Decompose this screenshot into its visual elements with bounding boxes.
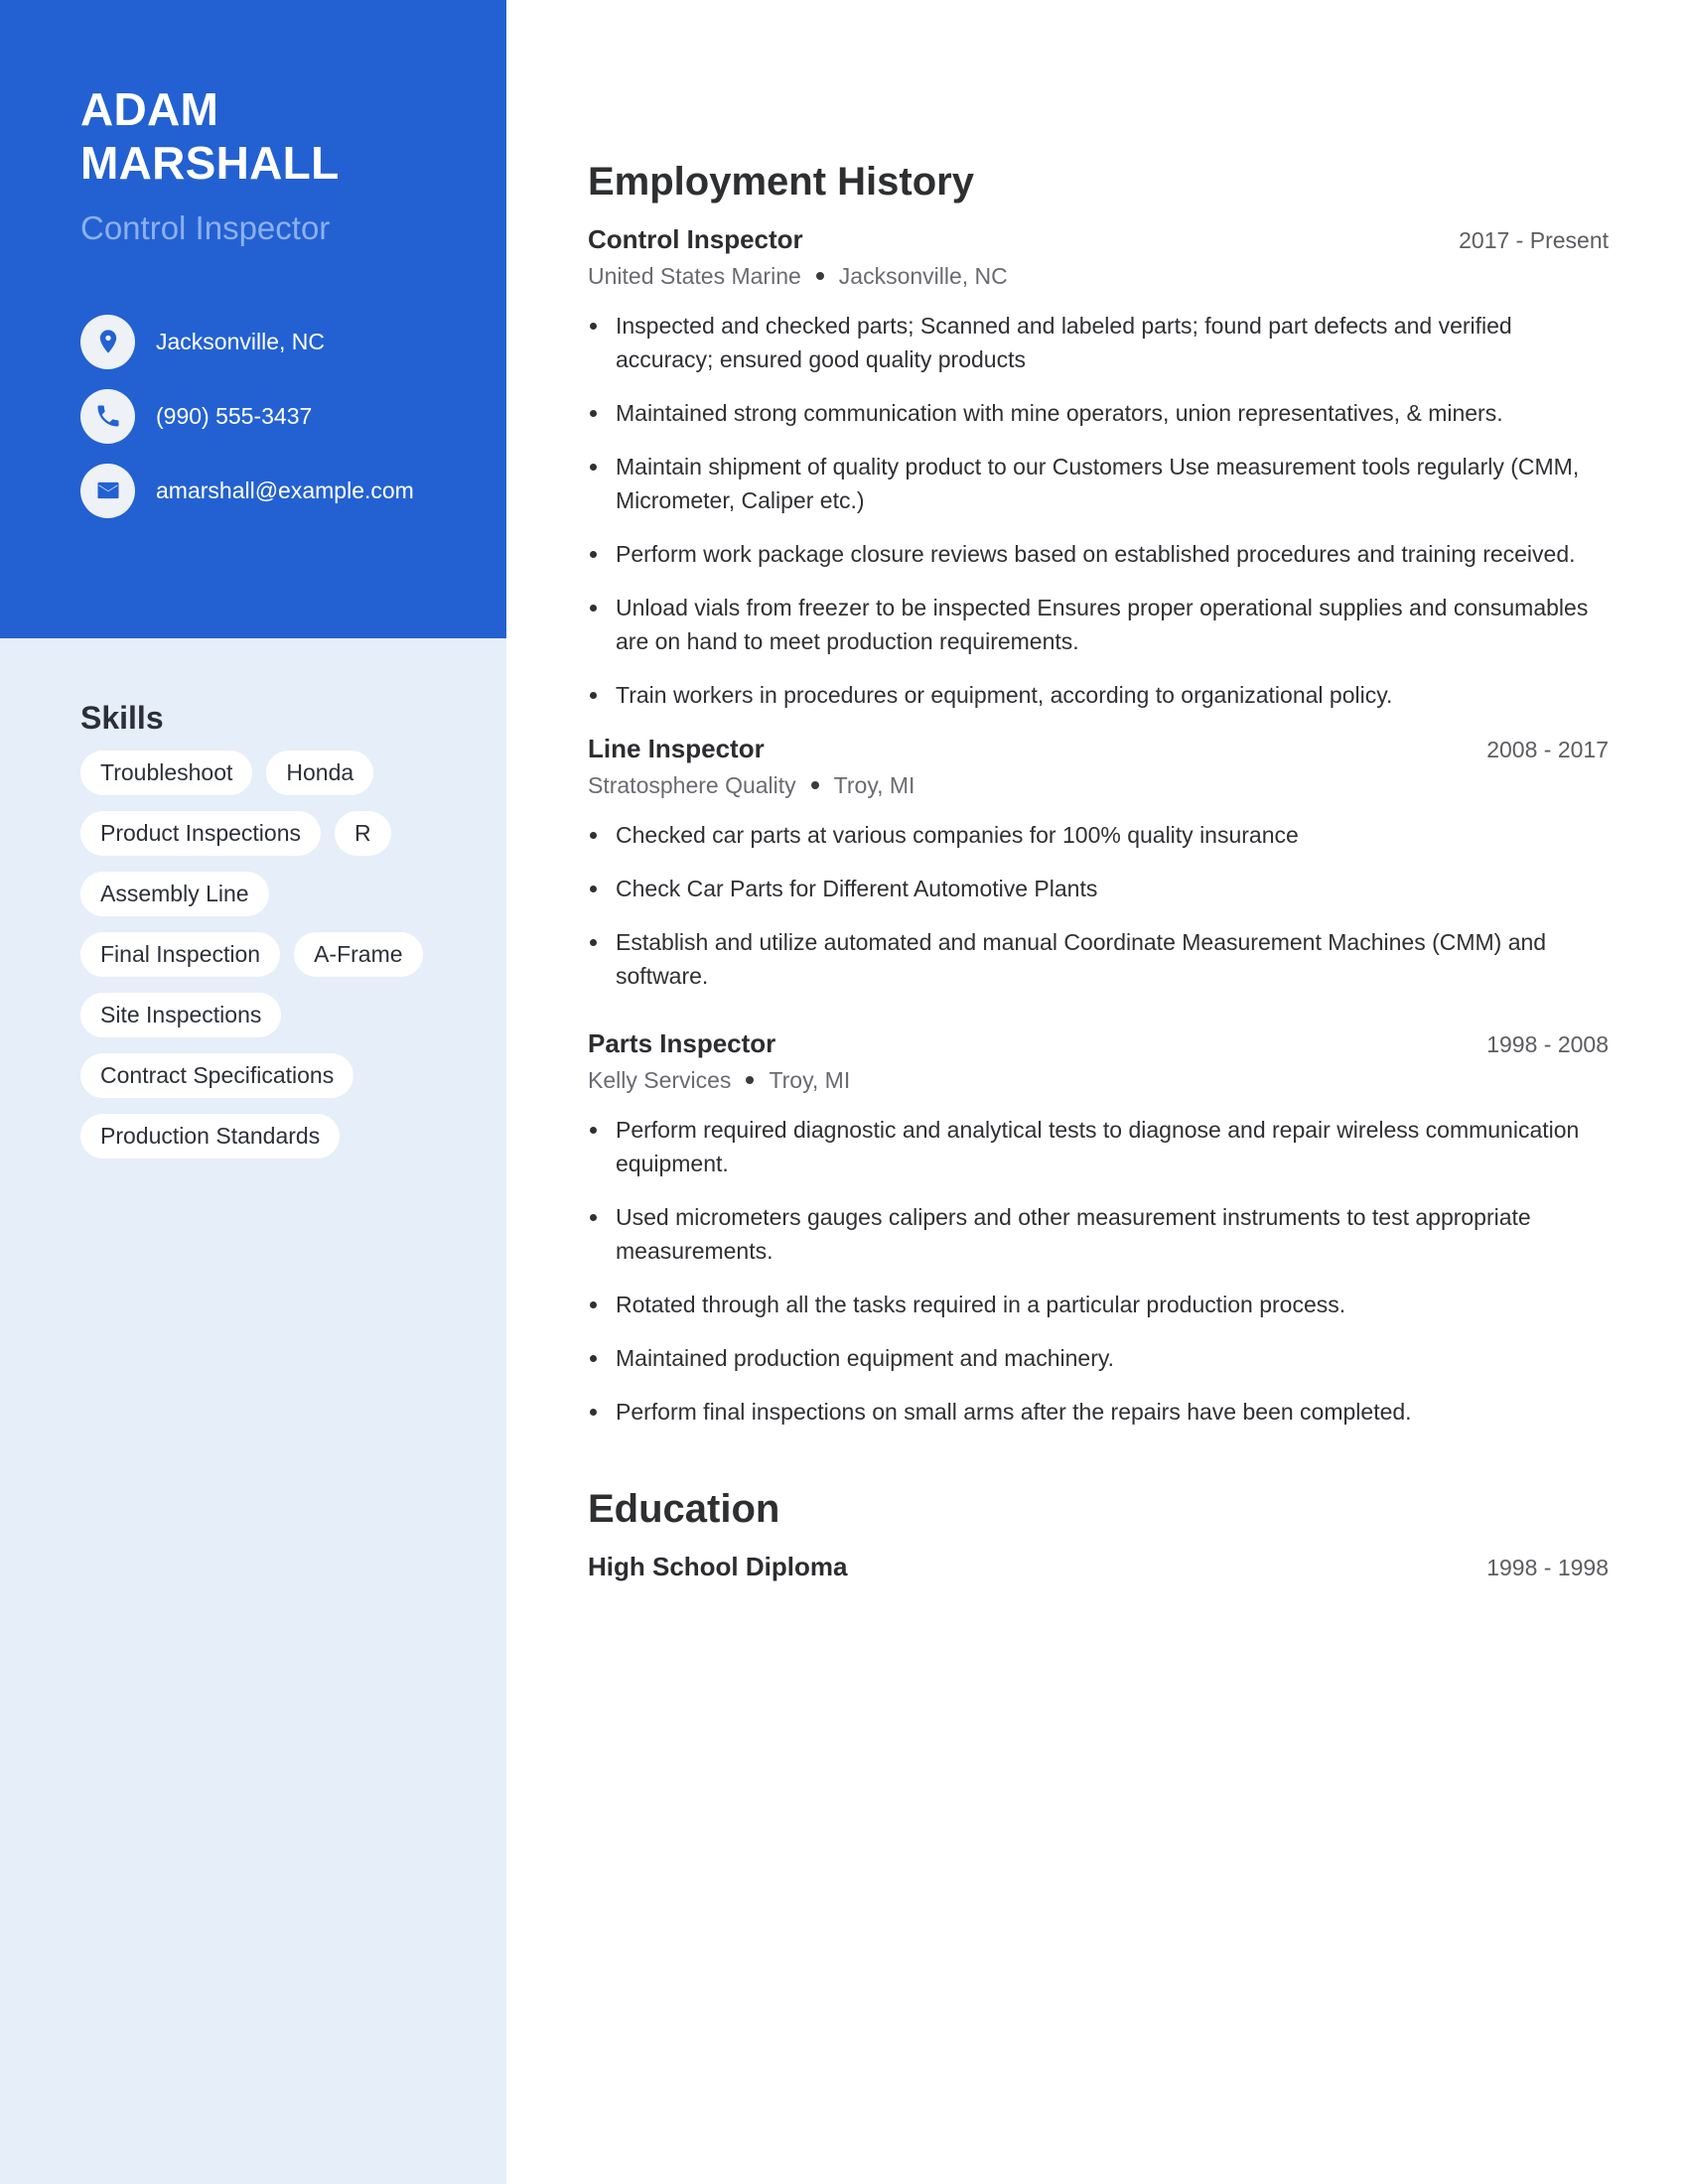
separator-dot <box>746 1076 755 1085</box>
employment-section: Employment History Control Inspector 201… <box>588 157 1609 1429</box>
education-heading: Education <box>588 1487 780 1531</box>
bullet-item: Perform final inspections on small arms … <box>588 1395 1609 1429</box>
contact-phone: (990) 555-3437 <box>80 388 414 444</box>
job-meta: Stratosphere Quality Troy, MI <box>588 770 1609 800</box>
job-title: Control Inspector <box>588 224 803 254</box>
job-title: Parts Inspector <box>588 1028 776 1058</box>
contact-list: Jacksonville, NC (990) 555-3437 amarshal… <box>80 314 414 537</box>
job-entry: Parts Inspector 1998 - 2008 Kelly Servic… <box>588 1026 1609 1429</box>
job-header: Parts Inspector 1998 - 2008 <box>588 1026 1609 1061</box>
job-header: Line Inspector 2008 - 2017 <box>588 732 1609 766</box>
bullet-item: Used micrometers gauges calipers and oth… <box>588 1200 1609 1268</box>
job-title-subtitle: Control Inspector <box>80 209 331 246</box>
bullet-item: Perform work package closure reviews bas… <box>588 537 1609 571</box>
job-company: Stratosphere Quality <box>588 772 796 798</box>
sidebar: ADAM MARSHALL Control Inspector Jacksonv… <box>0 0 506 2184</box>
skill-tag: Site Inspections <box>80 993 282 1037</box>
education-dates: 1998 - 1998 <box>1486 1555 1609 1580</box>
job-entry: Line Inspector 2008 - 2017 Stratosphere … <box>588 732 1609 993</box>
main-content: Employment History Control Inspector 201… <box>588 157 1609 1584</box>
job-dates: 1998 - 2008 <box>1486 1031 1609 1057</box>
job-bullets: Perform required diagnostic and analytic… <box>588 1113 1609 1429</box>
job-dates: 2017 - Present <box>1459 227 1609 253</box>
separator-dot <box>815 272 824 281</box>
skill-tag: Final Inspection <box>80 932 281 977</box>
first-name: ADAM <box>80 83 219 135</box>
job-location: Jacksonville, NC <box>838 263 1008 289</box>
bullet-item: Check Car Parts for Different Automotive… <box>588 872 1609 905</box>
phone-icon <box>80 388 135 444</box>
skill-tag: R <box>335 811 391 856</box>
email-icon <box>80 463 135 518</box>
location-pin-icon <box>80 314 135 369</box>
skill-list: Troubleshoot Honda Product Inspections R… <box>80 751 438 1159</box>
skill-tag: A-Frame <box>294 932 423 977</box>
education-entry: High School Diploma 1998 - 1998 <box>588 1550 1609 1584</box>
contact-email-link[interactable]: amarshall@example.com <box>156 477 414 504</box>
bullet-item: Maintained production equipment and mach… <box>588 1341 1609 1375</box>
skill-tag: Assembly Line <box>80 872 269 916</box>
education-section: Education High School Diploma 1998 - 199… <box>588 1484 1609 1584</box>
bullet-item: Rotated through all the tasks required i… <box>588 1288 1609 1321</box>
full-name: ADAM MARSHALL <box>80 82 478 190</box>
contact-phone-text[interactable]: (990) 555-3437 <box>156 402 312 430</box>
job-bullets: Inspected and checked parts; Scanned and… <box>588 309 1609 712</box>
bullet-item: Train workers in procedures or equipment… <box>588 678 1609 712</box>
bullet-item: Inspected and checked parts; Scanned and… <box>588 309 1609 376</box>
bullet-item: Perform required diagnostic and analytic… <box>588 1113 1609 1180</box>
skill-tag: Honda <box>266 751 374 795</box>
degree-title: High School Diploma <box>588 1552 848 1581</box>
skills-section: Skills Troubleshoot Honda Product Inspec… <box>80 697 478 1159</box>
bullet-item: Maintain shipment of quality product to … <box>588 450 1609 517</box>
separator-dot <box>810 781 819 790</box>
contact-location-text: Jacksonville, NC <box>156 329 325 354</box>
job-company: United States Marine <box>588 263 801 289</box>
job-dates: 2008 - 2017 <box>1486 737 1609 762</box>
skill-tag: Product Inspections <box>80 811 322 856</box>
skill-tag: Troubleshoot <box>80 751 253 795</box>
skills-heading: Skills <box>80 700 164 736</box>
bullet-item: Maintained strong communication with min… <box>588 396 1609 430</box>
job-location: Troy, MI <box>833 772 915 798</box>
contact-email: amarshall@example.com <box>80 463 414 518</box>
bullet-item: Unload vials from freezer to be inspecte… <box>588 591 1609 658</box>
profile-header: ADAM MARSHALL Control Inspector Jacksonv… <box>0 0 506 638</box>
bullet-item: Establish and utilize automated and manu… <box>588 925 1609 993</box>
job-entry: Control Inspector 2017 - Present United … <box>588 222 1609 712</box>
job-header: Control Inspector 2017 - Present <box>588 222 1609 257</box>
last-name: MARSHALL <box>80 137 340 189</box>
skill-tag: Production Standards <box>80 1114 341 1159</box>
employment-heading: Employment History <box>588 160 974 204</box>
bullet-item: Checked car parts at various companies f… <box>588 818 1609 852</box>
job-location: Troy, MI <box>769 1067 851 1093</box>
job-title: Line Inspector <box>588 734 765 763</box>
job-meta: Kelly Services Troy, MI <box>588 1065 1609 1095</box>
job-meta: United States Marine Jacksonville, NC <box>588 261 1609 291</box>
job-bullets: Checked car parts at various companies f… <box>588 818 1609 993</box>
contact-location: Jacksonville, NC <box>80 314 414 369</box>
job-company: Kelly Services <box>588 1067 732 1093</box>
skill-tag: Contract Specifications <box>80 1053 354 1098</box>
